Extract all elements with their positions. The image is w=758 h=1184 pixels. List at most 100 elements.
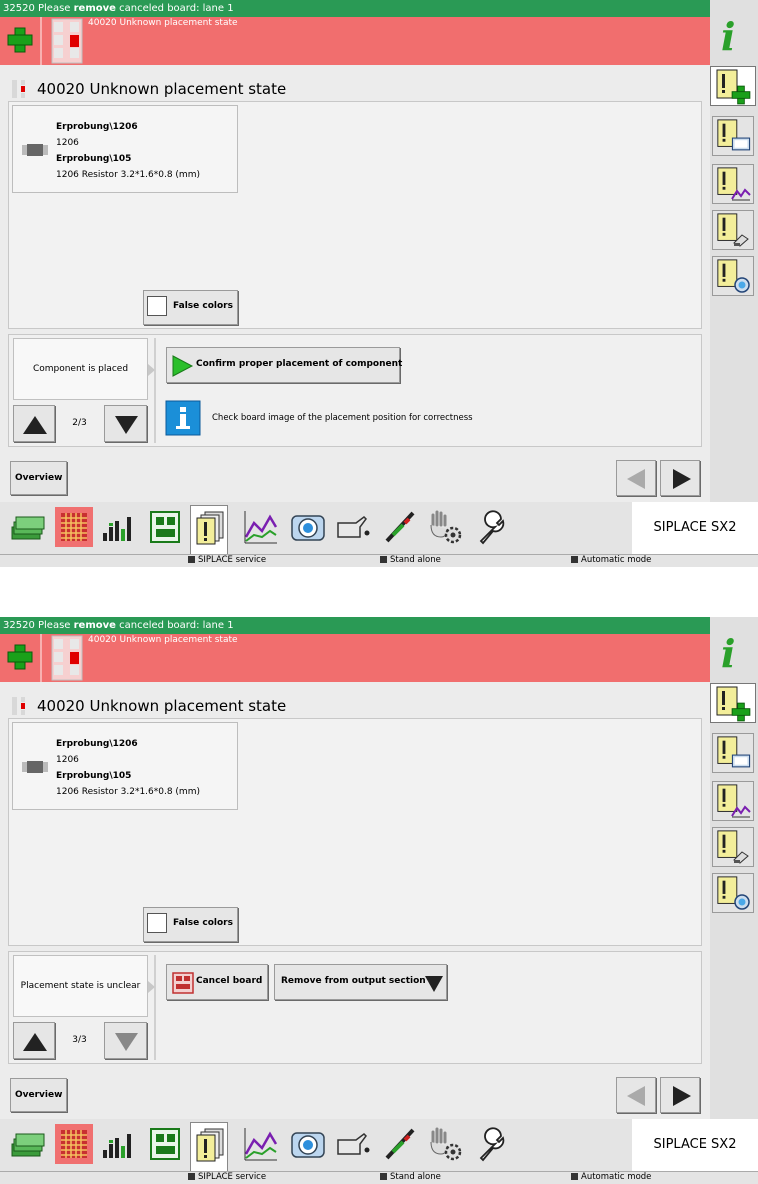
probe-icon [381,1124,419,1164]
tool-oil[interactable] [334,507,372,547]
previous-state-button[interactable] [13,405,55,442]
placement-state-box: Placement state is unclear [13,955,148,1017]
tool-money[interactable] [8,1124,46,1164]
tool-messages[interactable] [190,1122,228,1171]
status-line-mode: Stand alone [380,1172,441,1183]
tool-board[interactable] [146,507,184,547]
side-btn-message-statistics[interactable] [712,164,754,204]
play-icon [170,354,194,378]
side-btn-clear-message[interactable] [712,827,754,867]
side-btn-clear-message[interactable] [712,210,754,250]
false-colors-label: False colors [173,301,233,311]
tool-messages[interactable] [190,505,228,554]
top-message-prefix: 32520 Please [3,620,74,631]
placement-state-text: Component is placed [32,364,129,374]
camera-lens-icon [733,277,751,293]
cancel-board-label: Cancel board [196,976,263,986]
component-line-2: 1206 [56,138,79,148]
tool-chart[interactable] [242,507,280,547]
top-message-bold: remove [73,620,116,631]
divider [154,338,156,443]
tool-service[interactable] [473,507,511,547]
info-icon[interactable] [712,627,756,675]
tool-camera[interactable] [289,1124,327,1164]
tool-chart[interactable] [242,1124,280,1164]
screen-2: 32520 Please remove canceled board: lane… [0,617,758,1184]
add-plus-icon[interactable] [3,22,37,58]
nav-back-button[interactable] [616,460,656,496]
tool-board[interactable] [146,1124,184,1164]
graph-icon [731,187,751,201]
hand-gear-icon [427,507,465,547]
component-line-4: 1206 Resistor 3.2*1.6*0.8 (mm) [56,787,200,797]
top-message-bar[interactable]: 32520 Please remove canceled board: lane… [0,617,710,634]
plus-icon [731,85,751,105]
confirm-placement-label: Confirm proper placement of component [196,359,403,369]
status-user: SIPLACE service [188,1172,266,1183]
tool-bars[interactable] [100,1124,138,1164]
top-message-prefix: 32520 Please [3,3,74,14]
mode-icon [571,556,578,563]
status-operation-mode: Automatic mode [571,1172,651,1183]
tool-probe[interactable] [381,1124,419,1164]
tool-camera[interactable] [289,507,327,547]
money-stack-icon [8,507,46,547]
state-pager: 3/3 [72,1035,87,1045]
page-title: 40020 Unknown placement state [37,697,287,715]
brand-label: SIPLACE SX2 [632,1119,758,1171]
brand-label: SIPLACE SX2 [632,502,758,554]
false-colors-checkbox[interactable] [147,913,167,933]
triangle-down-disabled-icon [105,1023,148,1060]
eraser-icon [732,233,750,247]
messages-icon [191,506,229,546]
triangle-up-icon [14,1023,56,1060]
grid-icon [55,507,93,547]
previous-state-button[interactable] [13,1022,55,1059]
tool-grid[interactable] [55,507,93,547]
info-icon[interactable] [712,10,756,58]
side-btn-search-message[interactable] [712,873,754,913]
nav-forward-button[interactable] [660,1077,700,1113]
side-btn-add-message[interactable] [710,66,756,106]
side-btn-search-message[interactable] [712,256,754,296]
status-line-mode: Stand alone [380,555,441,566]
monitor-icon [731,137,751,152]
state-pointer [148,981,155,993]
board-icon [146,507,184,547]
user-icon [188,1173,195,1180]
nav-forward-button[interactable] [660,460,700,496]
side-btn-add-message[interactable] [710,683,756,723]
overview-label: Overview [15,1090,63,1100]
status-line-text: Stand alone [390,555,441,565]
add-plus-icon[interactable] [3,639,37,675]
tool-manual[interactable] [427,507,465,547]
user-icon [188,556,195,563]
top-message-bar[interactable]: 32520 Please remove canceled board: lane… [0,0,710,17]
next-state-button[interactable] [104,1022,147,1059]
side-btn-display-message[interactable] [712,116,754,156]
money-stack-icon [8,1124,46,1164]
tool-probe[interactable] [381,507,419,547]
next-state-button[interactable] [104,405,147,442]
tool-money[interactable] [8,507,46,547]
status-user-text: SIPLACE service [198,1172,267,1182]
tool-oil[interactable] [334,1124,372,1164]
resistor-chip-icon [22,144,48,156]
line-icon [380,556,387,563]
status-mode-text: Automatic mode [581,1172,652,1182]
grid-icon [55,1124,93,1164]
status-mode-text: Automatic mode [581,555,652,565]
tool-grid[interactable] [55,1124,93,1164]
tool-manual[interactable] [427,1124,465,1164]
nav-back-button[interactable] [616,1077,656,1113]
tool-service[interactable] [473,1124,511,1164]
side-btn-display-message[interactable] [712,733,754,773]
oil-can-icon [334,507,372,547]
side-btn-message-statistics[interactable] [712,781,754,821]
tool-bars[interactable] [100,507,138,547]
resistor-chip-icon [22,761,48,773]
hint-text: Check board image of the placement posit… [212,413,473,423]
placement-state-text: Placement state is unclear [20,981,141,991]
false-colors-checkbox[interactable] [147,296,167,316]
screen-1: 32520 Please remove canceled board: lane… [0,0,758,567]
